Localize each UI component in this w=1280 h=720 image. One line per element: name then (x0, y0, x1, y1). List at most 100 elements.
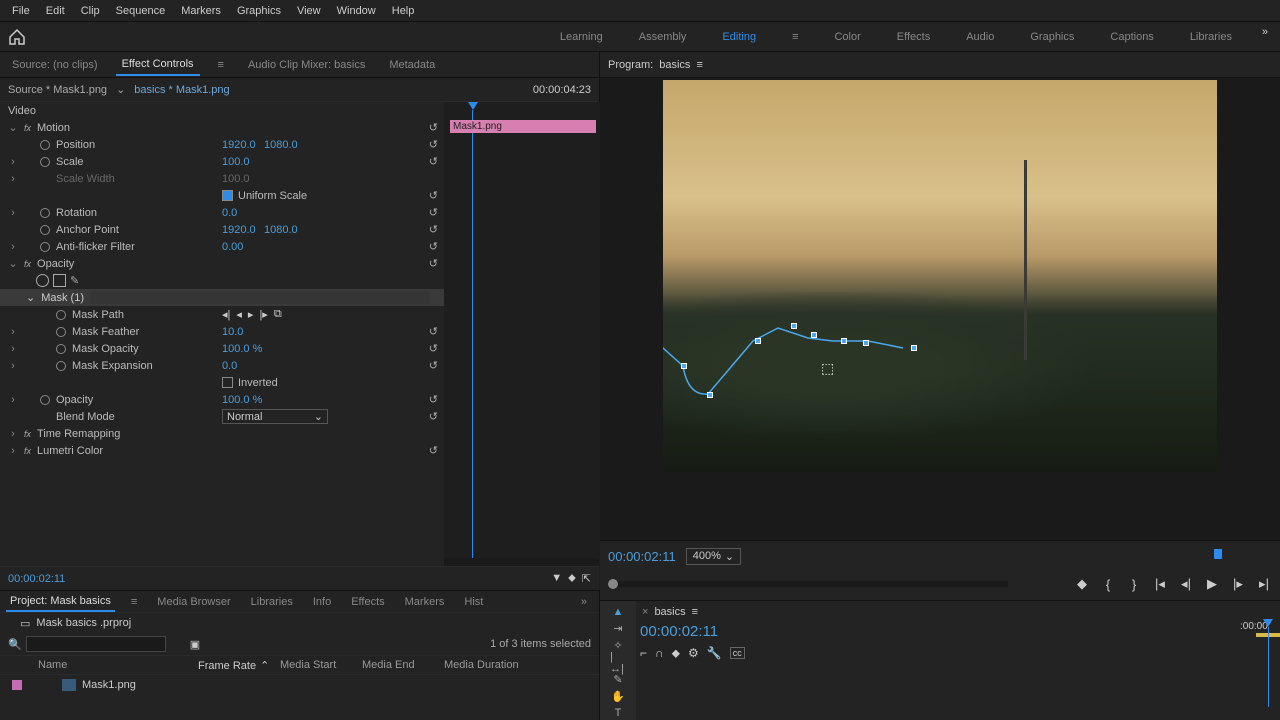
inverted-checkbox[interactable] (222, 377, 233, 388)
ellipse-mask-icon[interactable] (36, 274, 49, 287)
go-to-in-icon[interactable]: |◂ (1152, 576, 1168, 592)
track-back-icon[interactable]: ◂ (236, 308, 242, 321)
timeline-playhead-icon[interactable] (1263, 619, 1273, 627)
tab-source[interactable]: Source: (no clips) (6, 55, 104, 75)
pen-tool-icon[interactable]: ✎ (610, 673, 626, 688)
panel-menu-icon[interactable]: ≡ (692, 606, 698, 618)
twirl-icon[interactable]: › (8, 241, 18, 253)
tab-libraries[interactable]: Libraries (247, 593, 297, 611)
col-media-duration[interactable]: Media Duration (444, 659, 544, 671)
blend-mode-select[interactable]: Normal⌄ (222, 409, 328, 424)
video-preview[interactable]: ⬚ (663, 80, 1217, 472)
overflow-icon[interactable]: » (577, 593, 591, 611)
step-back-icon[interactable]: ◂| (1178, 576, 1194, 592)
menu-sequence[interactable]: Sequence (108, 2, 174, 20)
workspace-audio[interactable]: Audio (958, 27, 1002, 47)
mask-selection-bar[interactable] (90, 291, 430, 304)
timeline-ruler[interactable]: :00:00 00:00:14:23 00:00:29:23 (1236, 619, 1272, 709)
stopwatch-icon[interactable] (40, 225, 50, 235)
opacity-value[interactable]: 100.0 % (222, 394, 262, 406)
keyframe-icon[interactable]: ⬥ (568, 572, 576, 585)
menu-file[interactable]: File (4, 2, 38, 20)
home-icon[interactable] (8, 28, 26, 46)
zoom-select[interactable]: 400%⌄ (686, 548, 741, 565)
mask-opacity-value[interactable]: 100.0 % (222, 343, 262, 355)
mask-path-overlay[interactable] (663, 316, 933, 436)
col-media-end[interactable]: Media End (362, 659, 444, 671)
effect-time-remapping[interactable]: Time Remapping (37, 428, 120, 440)
menu-view[interactable]: View (289, 2, 329, 20)
tab-audio-mixer[interactable]: Audio Clip Mixer: basics (242, 55, 371, 75)
selection-tool-icon[interactable]: ▲ (610, 605, 626, 620)
twirl-icon[interactable]: › (8, 428, 18, 440)
workspace-captions[interactable]: Captions (1102, 27, 1161, 47)
twirl-icon[interactable]: ⌄ (8, 257, 18, 270)
tab-project[interactable]: Project: Mask basics (6, 592, 115, 612)
col-media-start[interactable]: Media Start (280, 659, 362, 671)
project-item-row[interactable]: Mask1.png (0, 675, 599, 695)
menu-clip[interactable]: Clip (73, 2, 108, 20)
tab-markers[interactable]: Markers (401, 593, 449, 611)
stopwatch-icon[interactable] (56, 310, 66, 320)
effect-footer-time[interactable]: 00:00:02:11 (8, 573, 65, 585)
tab-info[interactable]: Info (309, 593, 335, 611)
reset-icon[interactable]: ↺ (429, 240, 438, 253)
fx-badge-icon[interactable]: fx (24, 429, 31, 439)
sequence-clip-link[interactable]: basics * Mask1.png (134, 84, 229, 96)
scrub-handle[interactable] (1214, 549, 1222, 559)
col-name[interactable]: Name (12, 659, 198, 671)
stopwatch-icon[interactable] (40, 208, 50, 218)
play-icon[interactable]: ▶ (1204, 576, 1220, 592)
position-x-value[interactable]: 1920.0 (222, 139, 256, 151)
workspace-editing-menu[interactable]: ≡ (784, 27, 806, 47)
stopwatch-icon[interactable] (56, 361, 66, 371)
tab-media-browser[interactable]: Media Browser (153, 593, 234, 611)
reset-icon[interactable]: ↺ (429, 410, 438, 423)
rectangle-mask-icon[interactable] (53, 274, 66, 287)
reset-icon[interactable]: ↺ (429, 359, 438, 372)
stopwatch-icon[interactable] (56, 327, 66, 337)
stopwatch-icon[interactable] (40, 157, 50, 167)
effect-opacity[interactable]: Opacity (37, 258, 74, 270)
panel-menu-icon[interactable]: ≡ (127, 593, 141, 611)
track-fwd-one-icon[interactable]: |▸ (259, 308, 267, 321)
label-color-chip[interactable] (12, 680, 22, 690)
tab-effect-controls[interactable]: Effect Controls (116, 54, 200, 76)
cc-icon[interactable]: cc (730, 647, 745, 659)
fx-badge-icon[interactable]: fx (24, 259, 31, 269)
playhead-icon[interactable] (468, 102, 478, 110)
workspace-effects[interactable]: Effects (889, 27, 938, 47)
effect-timeline[interactable]: Mask1.png (444, 102, 600, 590)
tab-history[interactable]: Hist (460, 593, 487, 611)
uniform-scale-checkbox[interactable] (222, 190, 233, 201)
mask-vertex[interactable] (863, 340, 869, 346)
stopwatch-icon[interactable] (40, 242, 50, 252)
reset-icon[interactable]: ↺ (429, 342, 438, 355)
mask-vertex[interactable] (911, 345, 917, 351)
reset-icon[interactable]: ↺ (429, 155, 438, 168)
col-frame-rate[interactable]: Frame Rate⌃ (198, 659, 280, 672)
track-settings-icon[interactable]: ⧉ (274, 308, 282, 321)
mask-vertex[interactable] (681, 363, 687, 369)
pen-mask-icon[interactable]: ✎ (70, 274, 83, 287)
workspace-overflow-icon[interactable]: » (1262, 26, 1268, 38)
snap-icon[interactable]: ⌐ (640, 646, 647, 660)
twirl-icon[interactable]: › (8, 156, 18, 168)
anchor-x-value[interactable]: 1920.0 (222, 224, 256, 236)
reset-icon[interactable]: ↺ (429, 325, 438, 338)
chevron-down-icon[interactable]: ⌄ (113, 83, 128, 96)
reset-icon[interactable]: ↺ (429, 206, 438, 219)
workspace-assembly[interactable]: Assembly (631, 27, 695, 47)
effect-lumetri[interactable]: Lumetri Color (37, 445, 103, 457)
reset-icon[interactable]: ↺ (429, 138, 438, 151)
reset-icon[interactable]: ↺ (429, 257, 438, 270)
close-icon[interactable]: × (642, 606, 648, 618)
mask-vertex[interactable] (707, 392, 713, 398)
tab-effects[interactable]: Effects (347, 593, 388, 611)
twirl-icon[interactable]: › (8, 207, 18, 219)
twirl-icon[interactable]: › (8, 326, 18, 338)
workspace-color[interactable]: Color (826, 27, 868, 47)
workspace-learning[interactable]: Learning (552, 27, 611, 47)
timeline-timecode[interactable]: 00:00:02:11 (636, 623, 1280, 643)
program-timecode[interactable]: 00:00:02:11 (608, 549, 676, 564)
